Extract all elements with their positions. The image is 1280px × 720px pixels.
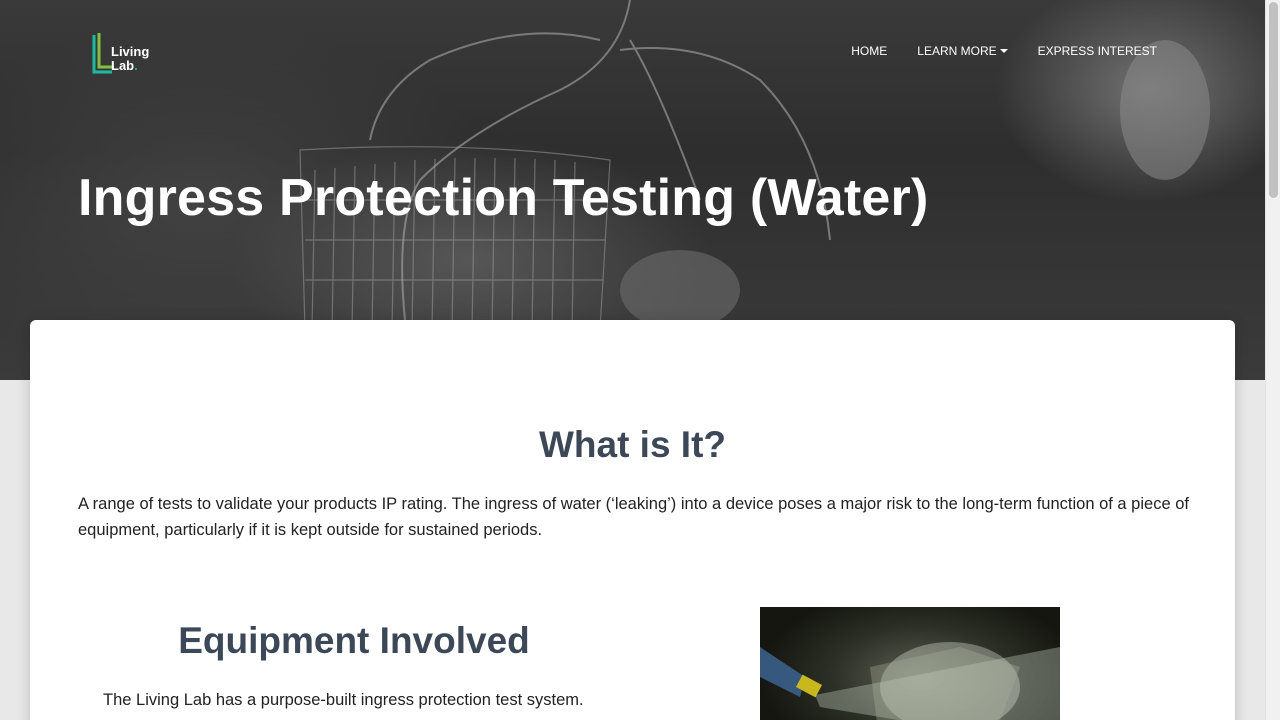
page-scrollbar[interactable] (1265, 0, 1280, 720)
logo-text: Living Lab. (111, 44, 150, 73)
what-is-it-text: A range of tests to validate your produc… (78, 495, 1189, 539)
page-title: Ingress Protection Testing (Water) (78, 169, 929, 227)
nav-learn-more-label: LEARN MORE (917, 44, 997, 58)
main-navigation: HOME LEARN MORE EXPRESS INTEREST (836, 44, 1172, 58)
nav-home-link[interactable]: HOME (836, 44, 902, 58)
equipment-heading: Equipment Involved (178, 620, 530, 661)
equipment-text: The Living Lab has a purpose-built ingre… (103, 691, 584, 709)
nav-learn-more-dropdown[interactable]: LEARN MORE (902, 44, 1022, 58)
nav-express-interest-link[interactable]: EXPRESS INTEREST (1023, 44, 1172, 58)
logo[interactable]: Living Lab. (92, 32, 158, 76)
content-card: What is It? A range of tests to validate… (30, 320, 1235, 720)
scrollbar-thumb[interactable] (1269, 2, 1278, 198)
spray-nozzle-image (760, 642, 1060, 720)
caret-down-icon (999, 49, 1008, 53)
water-spray-test-photo (760, 607, 1060, 720)
what-is-it-heading: What is It? (538, 424, 727, 465)
